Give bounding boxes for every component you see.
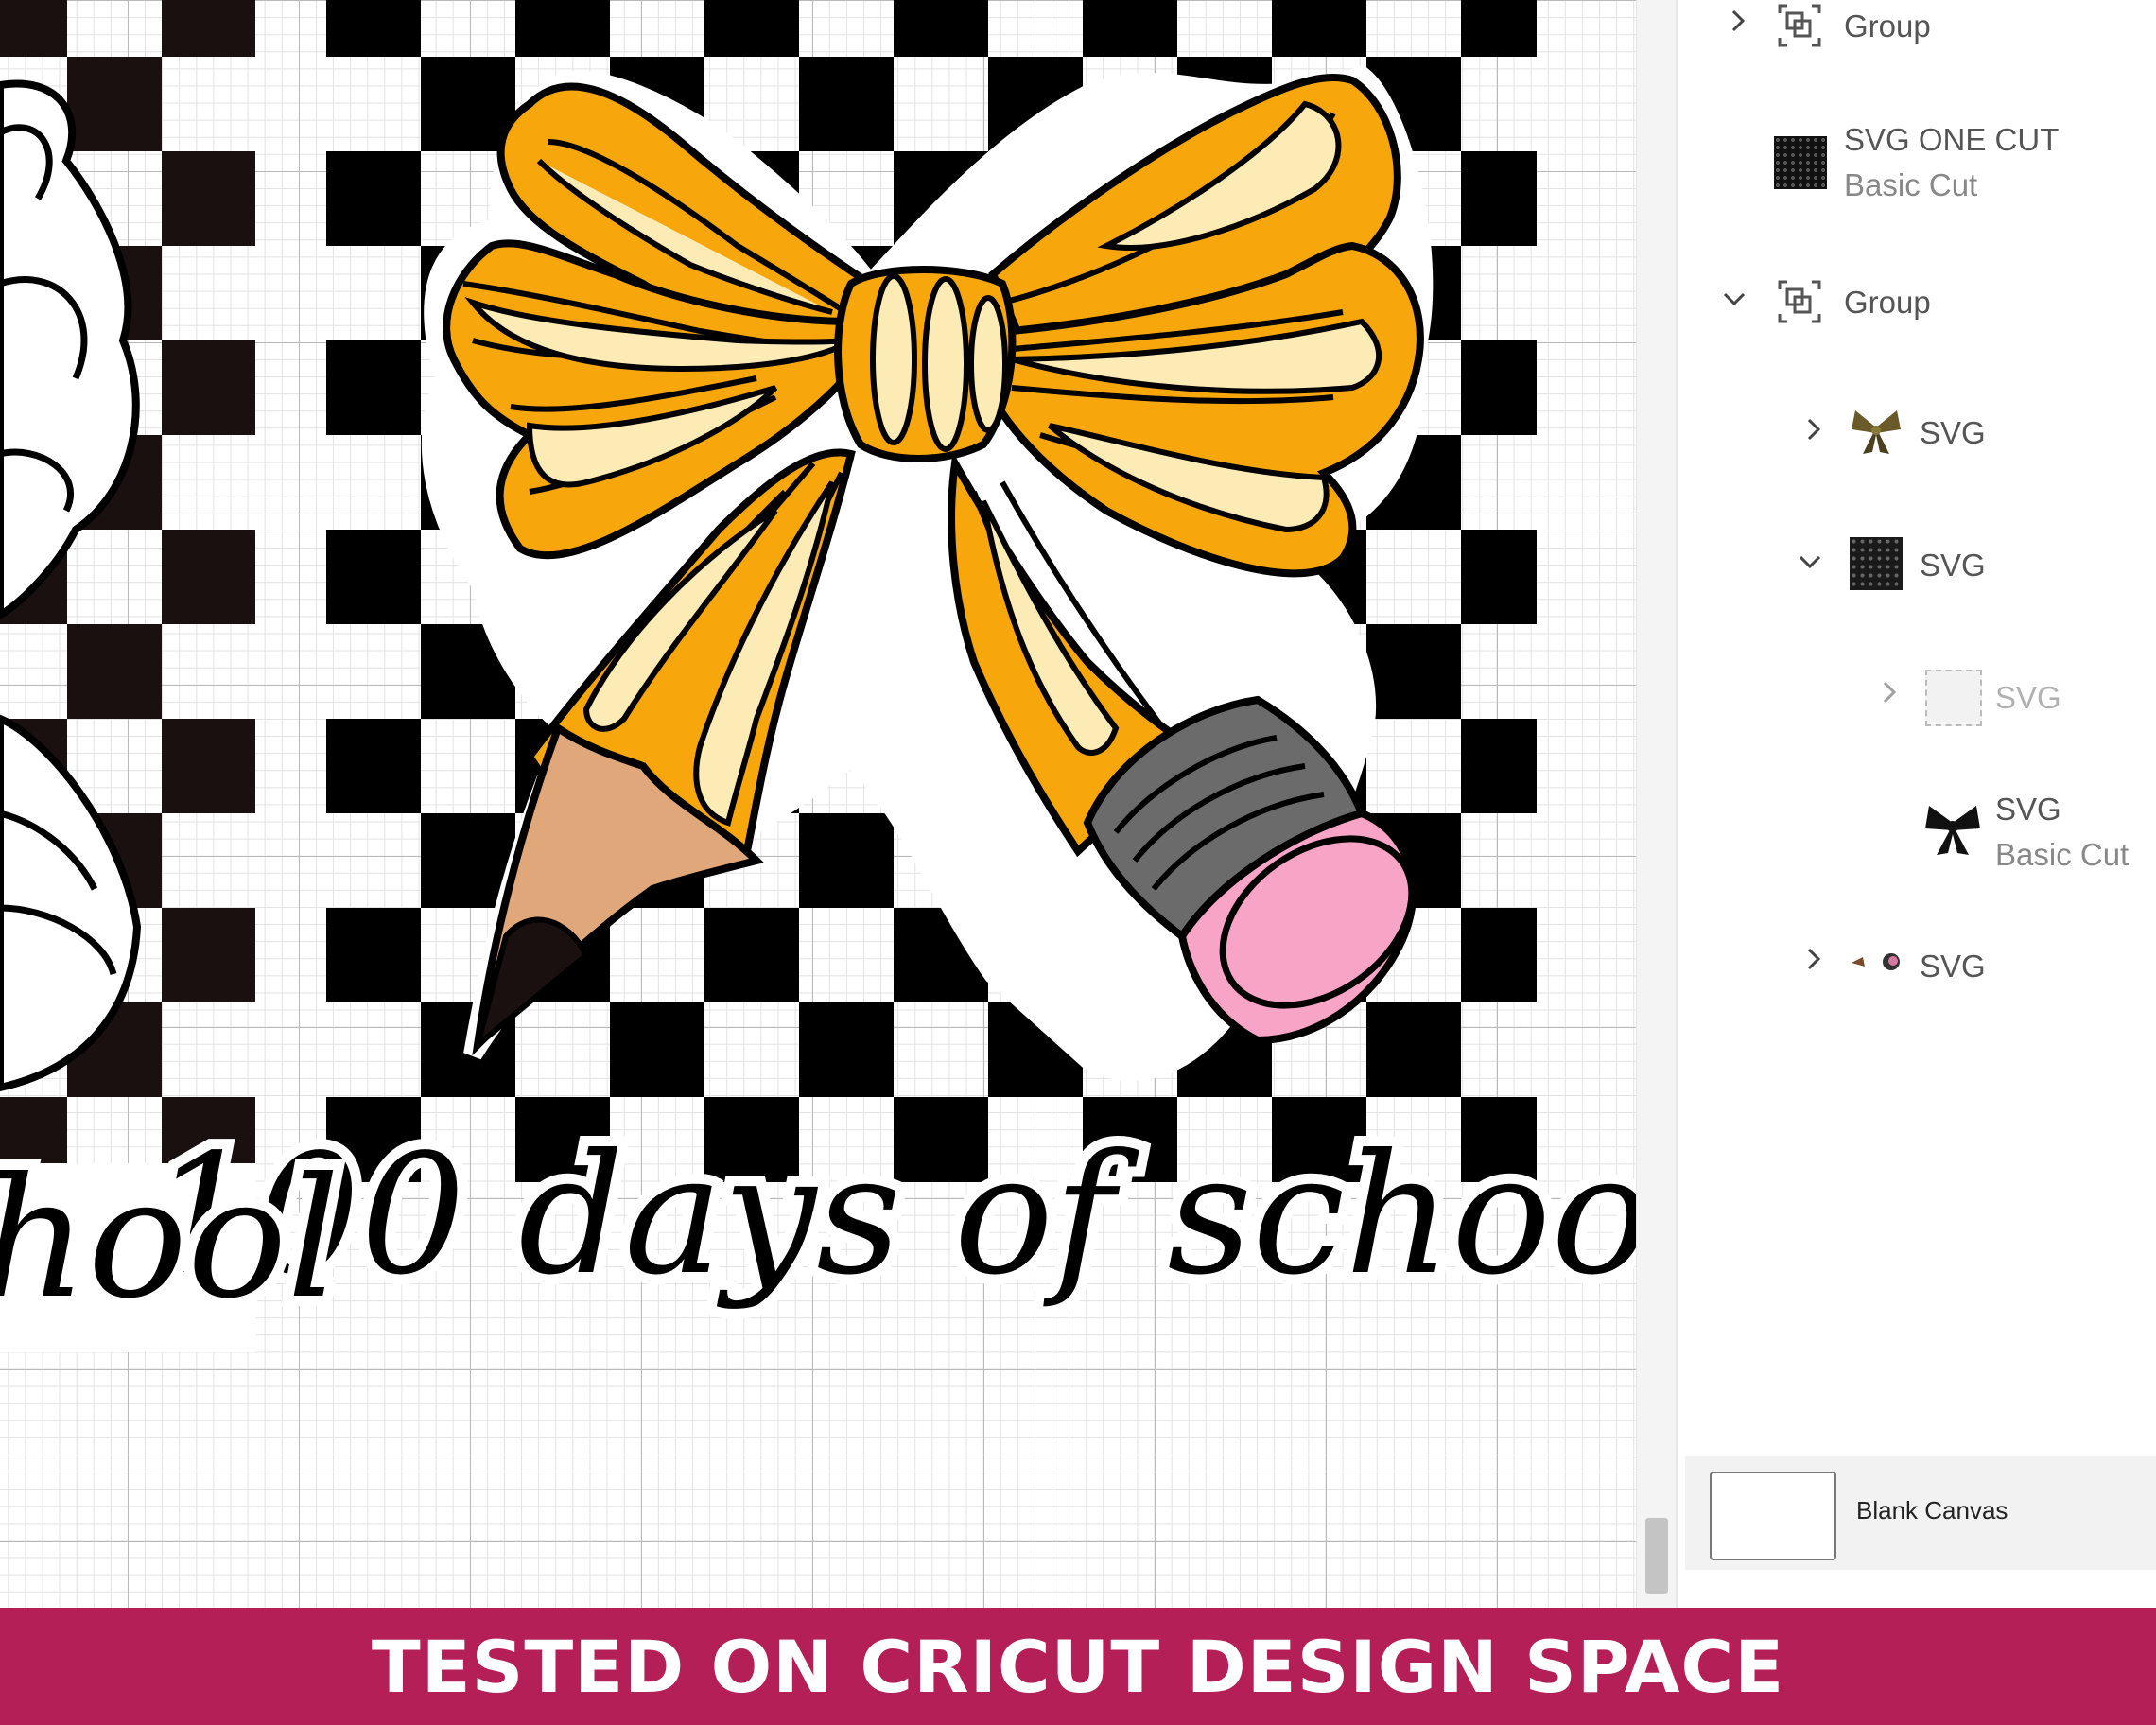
layer-label: SVG bbox=[1920, 949, 1986, 984]
layer-label: SVG bbox=[1995, 680, 2061, 715]
layer-row-svg-hidden[interactable]: SVG bbox=[1995, 675, 2061, 721]
scrollbar-thumb[interactable] bbox=[1645, 1518, 1668, 1594]
banner-text: TESTED ON CRICUT DESIGN SPACE bbox=[371, 1624, 1785, 1709]
chevron-right-icon[interactable] bbox=[1800, 946, 1827, 972]
layer-row-group-2[interactable]: Group bbox=[1844, 280, 1931, 325]
layer-label: SVG bbox=[1920, 548, 1986, 583]
bow-thumbnail-icon bbox=[1852, 410, 1901, 454]
layer-thumbnail bbox=[1774, 136, 1827, 189]
chevron-right-icon[interactable] bbox=[1725, 8, 1751, 34]
layer-row-svg-one-cut[interactable]: SVG ONE CUT Basic Cut bbox=[1844, 117, 2059, 208]
layer-sublabel: Basic Cut bbox=[1995, 837, 2130, 872]
layer-row-svg-2[interactable]: SVG bbox=[1920, 543, 1986, 588]
group-icon bbox=[1778, 4, 1821, 47]
chevron-down-icon[interactable] bbox=[1797, 549, 1823, 575]
layer-row-svg-basic-cut[interactable]: SVG Basic Cut bbox=[1995, 787, 2129, 878]
bow-silhouette-icon bbox=[1925, 806, 1980, 855]
blank-canvas-label: Blank Canvas bbox=[1856, 1496, 2008, 1525]
pencil-thumbnail-icon bbox=[1852, 953, 1900, 970]
layer-row-svg-3[interactable]: SVG bbox=[1920, 944, 1986, 989]
blank-canvas-swatch[interactable] bbox=[1710, 1472, 1836, 1560]
canvas-scrollbar[interactable] bbox=[1636, 0, 1677, 1608]
design-artwork[interactable]: 100 days of school hool bbox=[0, 0, 1636, 1608]
layer-label: SVG bbox=[1995, 792, 2061, 827]
layer-label: SVG bbox=[1920, 415, 1986, 450]
layer-row-svg-1[interactable]: SVG bbox=[1920, 410, 1986, 456]
chevron-down-icon[interactable] bbox=[1721, 286, 1747, 312]
design-text[interactable]: 100 days of school bbox=[139, 1109, 1636, 1322]
layer-thumbnail bbox=[1850, 537, 1903, 590]
design-canvas[interactable]: 100 days of school hool bbox=[0, 0, 1636, 1608]
layer-label: Group bbox=[1844, 9, 1931, 44]
chevron-right-icon[interactable] bbox=[1800, 416, 1827, 443]
chevron-right-icon[interactable] bbox=[1876, 679, 1903, 706]
layer-label: SVG ONE CUT bbox=[1844, 122, 2060, 157]
left-design-text: hool bbox=[0, 1143, 339, 1335]
layer-sublabel: Basic Cut bbox=[1844, 167, 1978, 202]
group-icon bbox=[1778, 280, 1821, 323]
promo-banner: TESTED ON CRICUT DESIGN SPACE bbox=[0, 1608, 2156, 1725]
layer-thumbnail bbox=[1925, 670, 1982, 726]
layers-panel: Group SVG ONE CUT Basic Cut Group SVG SV… bbox=[1676, 0, 2156, 1608]
layer-row-group-1[interactable]: Group bbox=[1844, 4, 1931, 49]
layer-label: Group bbox=[1844, 285, 1931, 320]
